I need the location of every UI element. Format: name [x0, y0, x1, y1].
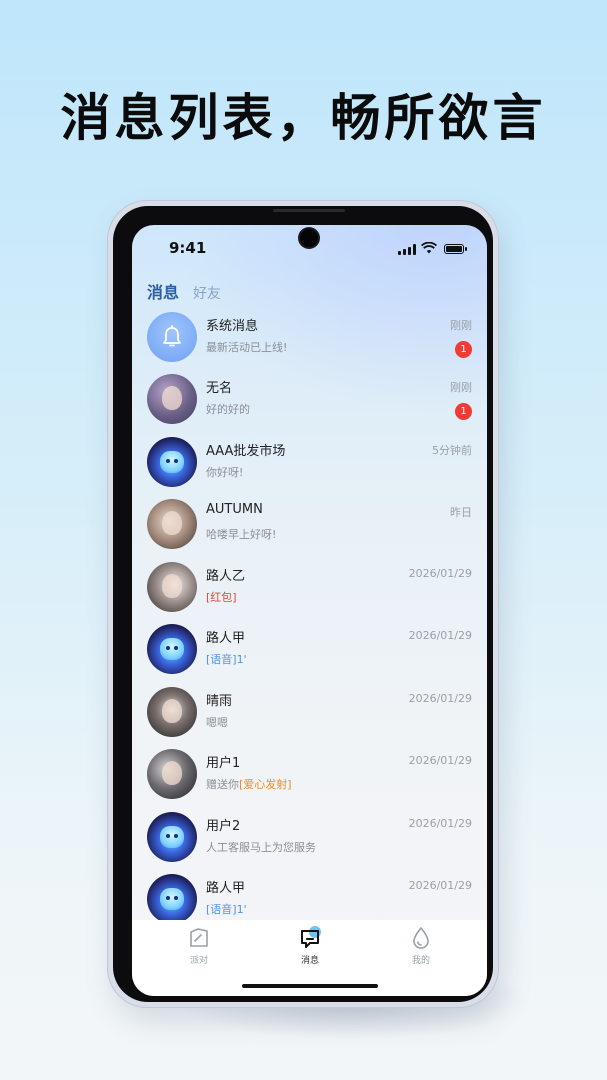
battery-icon — [444, 244, 467, 254]
avatar — [147, 562, 197, 612]
list-item[interactable]: 用户2 人工客服马上为您服务 2026/01/29 — [132, 812, 487, 874]
conversation-preview: 最新活动已上线! — [206, 341, 288, 354]
conversation-time: 2026/01/29 — [408, 567, 472, 580]
tabbar-label: 我的 — [411, 956, 430, 966]
conversation-time: 2026/01/29 — [408, 817, 472, 830]
avatar — [147, 749, 197, 799]
conversation-name: AAA批发市场 — [206, 444, 286, 459]
headline: 消息列表，畅所欲言 — [60, 89, 547, 147]
conversation-time: 5分钟前 — [432, 444, 472, 457]
avatar — [147, 499, 197, 549]
conversation-preview: [红包] — [206, 589, 237, 605]
phone-bezel: 9:41 消息 好友 系统消息 最新活动已上线! 刚刚 1 无名 好的好的 刚刚… — [113, 206, 493, 1002]
home-indicator — [242, 984, 378, 988]
phone-frame: 9:41 消息 好友 系统消息 最新活动已上线! 刚刚 1 无名 好的好的 刚刚… — [107, 200, 499, 1008]
voice-tag: [语音]1' — [206, 653, 247, 666]
conversation-time: 2026/01/29 — [408, 692, 472, 705]
signal-icon — [398, 244, 416, 255]
list-item[interactable]: 路人甲 [语音]1' 2026/01/29 — [132, 624, 487, 686]
conversation-time: 刚刚 — [450, 319, 472, 332]
list-item[interactable]: AAA批发市场 你好呀! 5分钟前 — [132, 437, 487, 499]
avatar — [147, 374, 197, 424]
conversation-preview: [语音]1' — [206, 901, 247, 917]
avatar — [147, 874, 197, 924]
conversation-time: 2026/01/29 — [408, 754, 472, 767]
conversation-name: 晴雨 — [206, 694, 233, 709]
voice-tag: [语音]1' — [206, 903, 247, 916]
conversation-name: 无名 — [206, 381, 233, 396]
status-bar: 9:41 — [132, 225, 487, 265]
tabbar-profile[interactable]: 我的 — [391, 926, 451, 966]
unread-badge: 1 — [455, 403, 472, 420]
conversation-name: 路人甲 — [206, 631, 246, 646]
bell-icon — [163, 325, 181, 347]
phone-screen: 9:41 消息 好友 系统消息 最新活动已上线! 刚刚 1 无名 好的好的 刚刚… — [132, 225, 487, 996]
avatar — [147, 687, 197, 737]
tabbar-messages[interactable]: 消息 — [280, 926, 340, 966]
tabbar-label: 派对 — [189, 956, 208, 966]
red-packet-tag: [红包] — [206, 591, 237, 604]
conversation-name: 用户2 — [206, 819, 241, 834]
list-item[interactable]: 路人乙 [红包] 2026/01/29 — [132, 562, 487, 624]
avatar — [147, 624, 197, 674]
conversation-time: 2026/01/29 — [408, 629, 472, 642]
conversation-preview: 哈喽早上好呀! — [206, 528, 277, 541]
list-item[interactable]: 晴雨 嗯嗯 2026/01/29 — [132, 687, 487, 749]
list-item[interactable]: 用户1 赠送你[爱心发射] 2026/01/29 — [132, 749, 487, 811]
tabbar-label: 消息 — [300, 956, 319, 966]
conversation-time: 2026/01/29 — [408, 879, 472, 892]
status-time: 9:41 — [169, 239, 207, 257]
conversation-time: 刚刚 — [450, 381, 472, 394]
tab-friends[interactable]: 好友 — [193, 283, 221, 303]
bottom-tab-bar: 派对 消息 我的 — [132, 920, 487, 996]
avatar — [147, 812, 197, 862]
tab-messages[interactable]: 消息 — [147, 279, 179, 303]
wifi-icon — [421, 242, 437, 254]
robot-icon — [160, 451, 184, 473]
conversation-name: 系统消息 — [206, 319, 259, 334]
avatar — [147, 312, 197, 362]
list-item[interactable]: 系统消息 最新活动已上线! 刚刚 1 — [132, 312, 487, 374]
conversation-name: AUTUMN — [206, 502, 263, 517]
gift-prefix: 赠送你 — [206, 778, 239, 791]
conversation-preview: 人工客服马上为您服务 — [206, 841, 316, 854]
conversation-preview: 嗯嗯 — [206, 716, 228, 729]
list-item[interactable]: 无名 好的好的 刚刚 1 — [132, 374, 487, 436]
robot-icon — [160, 888, 184, 910]
top-tabs: 消息 好友 — [147, 279, 221, 303]
message-icon — [301, 926, 321, 948]
party-icon — [190, 928, 208, 947]
gift-tag: [爱心发射] — [239, 778, 292, 791]
speaker-grille — [273, 209, 345, 212]
unread-badge: 1 — [455, 341, 472, 358]
conversation-preview: [语音]1' — [206, 651, 247, 667]
conversation-time: 昨日 — [450, 506, 472, 519]
avatar — [147, 437, 197, 487]
conversation-name: 用户1 — [206, 756, 241, 771]
conversation-preview: 你好呀! — [206, 466, 244, 479]
list-item[interactable]: AUTUMN 哈喽早上好呀! 昨日 — [132, 499, 487, 561]
robot-icon — [160, 638, 184, 660]
conversation-name: 路人甲 — [206, 881, 246, 896]
conversation-preview: 赠送你[爱心发射] — [206, 776, 292, 792]
conversation-name: 路人乙 — [206, 569, 246, 584]
conversation-preview: 好的好的 — [206, 403, 250, 416]
tabbar-party[interactable]: 派对 — [169, 926, 229, 966]
robot-icon — [160, 826, 184, 848]
profile-icon — [413, 927, 429, 949]
